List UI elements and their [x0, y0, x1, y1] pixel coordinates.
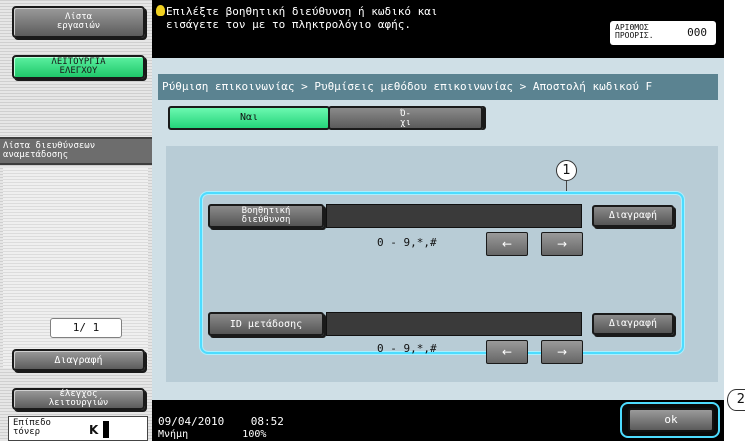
- yes-button[interactable]: Ναι: [168, 106, 330, 130]
- sidebar: Λίστα εργασιών ΛΕΙΤΟΥΡΓΙΑ ΕΛΕΓΧΟΥ Λίστα …: [0, 0, 152, 441]
- relay-address-list[interactable]: [3, 168, 148, 368]
- relay-id-range: 0 - 9,*,#: [377, 342, 437, 355]
- no-button[interactable]: Ό- χι: [328, 106, 483, 130]
- sub-address-range: 0 - 9,*,#: [377, 236, 437, 249]
- memory-status: Μνήμη 100%: [158, 430, 266, 440]
- delete-label: Διαγραφή: [54, 354, 103, 366]
- destination-counter: ΑΡΙΘΜΟΣ ΠΡΟΟΡΙΣ. 000: [610, 21, 716, 45]
- job-list-label: Λίστα εργασιών: [56, 12, 101, 31]
- time: 08:52: [250, 415, 284, 428]
- memory-value: 100%: [242, 429, 267, 440]
- relay-list-title: Λίστα διευθύνσεων αναμετάδοσης: [0, 137, 152, 165]
- screen: Λίστα εργασιών ΛΕΙΤΟΥΡΓΙΑ ΕΛΕΓΧΟΥ Λίστα …: [0, 0, 724, 441]
- job-list-button[interactable]: Λίστα εργασιών: [12, 6, 145, 38]
- date: 09/04/2010: [158, 415, 225, 428]
- utility-label: ΛΕΙΤΟΥΡΓΙΑ ΕΛΕΓΧΟΥ: [51, 57, 106, 76]
- toner-bar: [103, 421, 109, 438]
- relay-id-button[interactable]: ID μετάδοσης: [208, 312, 324, 336]
- check-details-label: έλεγχος λειτουργιών: [48, 389, 109, 408]
- sub-address-delete-button[interactable]: Διαγραφή: [592, 205, 674, 227]
- breadcrumb: Ρύθμιση επικοινωνίας > Ρυθμίσεις μεθόδου…: [158, 74, 718, 100]
- toner-label: Επίπεδο τόνερ: [13, 418, 51, 437]
- memory-label: Μνήμη: [158, 429, 189, 440]
- callout-marker-2: 2: [727, 389, 745, 411]
- sub-address-button[interactable]: Βοηθητική διεύθυνση: [208, 204, 324, 228]
- toner-level: Επίπεδο τόνερ K: [8, 416, 148, 441]
- lightbulb-icon: [156, 5, 165, 16]
- relay-id-right-arrow-icon[interactable]: →: [541, 340, 583, 364]
- toner-color-letter: K: [89, 423, 99, 437]
- sub-address-right-arrow-icon[interactable]: →: [541, 232, 583, 256]
- relay-id-field[interactable]: [326, 312, 582, 336]
- instruction-message: Επιλέξτε βοηθητική διεύθυνση ή κωδικό κα…: [166, 5, 438, 31]
- counter-value: 000: [687, 26, 707, 39]
- callout-marker-1: 1: [556, 160, 577, 181]
- page-indicator: 1/ 1: [50, 318, 122, 338]
- sub-address-field[interactable]: [326, 204, 582, 228]
- relay-id-delete-button[interactable]: Διαγραφή: [592, 313, 674, 335]
- message-header: Επιλέξτε βοηθητική διεύθυνση ή κωδικό κα…: [152, 0, 724, 58]
- utility-button[interactable]: ΛΕΙΤΟΥΡΓΙΑ ΕΛΕΓΧΟΥ: [12, 55, 145, 79]
- ok-button[interactable]: ok: [628, 408, 714, 432]
- date-time: 09/04/2010 08:52: [158, 416, 284, 427]
- delete-button[interactable]: Διαγραφή: [12, 349, 145, 371]
- relay-id-left-arrow-icon[interactable]: ←: [486, 340, 528, 364]
- sub-address-left-arrow-icon[interactable]: ←: [486, 232, 528, 256]
- counter-label: ΑΡΙΘΜΟΣ ΠΡΟΟΡΙΣ.: [615, 23, 654, 40]
- check-details-button[interactable]: έλεγχος λειτουργιών: [12, 388, 145, 410]
- main-panel: Ρύθμιση επικοινωνίας > Ρυθμίσεις μεθόδου…: [152, 58, 724, 400]
